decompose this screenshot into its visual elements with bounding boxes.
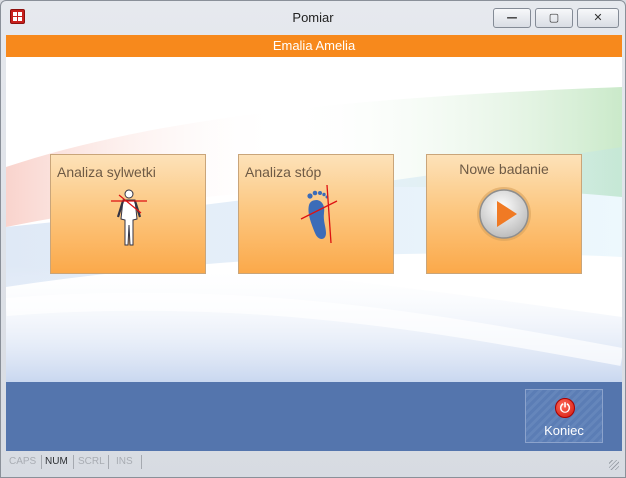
status-divider [108,455,109,469]
exit-button-label: Koniec [544,423,584,438]
status-divider [41,455,42,469]
foot-analysis-tile[interactable]: Analiza stóp [238,154,394,274]
scrl-indicator: SCRL [78,456,105,467]
maximize-button[interactable]: ▢ [535,8,573,28]
patient-name-banner: Emalia Amelia [6,35,622,57]
exit-button[interactable]: ⏻ Koniec [525,389,603,443]
body-analysis-tile[interactable]: Analiza sylwetki [50,154,206,274]
minimize-button[interactable]: — [493,8,531,28]
play-icon [477,187,531,241]
ins-indicator: INS [116,456,133,467]
status-divider [73,455,74,469]
tile-label: Nowe badanie [459,161,549,177]
footer-bar: ⏻ Koniec [6,382,622,451]
caps-indicator: CAPS [9,456,37,467]
title-bar[interactable]: Pomiar — ▢ ✕ [1,1,625,34]
window-controls: — ▢ ✕ [493,8,619,28]
status-divider [141,455,142,469]
main-window: Pomiar — ▢ ✕ Emalia Amelia Analiza sylwe… [0,0,626,478]
num-indicator: NUM [45,456,68,467]
content-area: Analiza sylwetki Analiza stóp Nowe badan… [6,57,622,382]
tile-label: Analiza sylwetki [57,164,156,180]
status-bar: CAPS NUM SCRL INS [6,451,622,473]
resize-grip[interactable] [609,460,619,470]
new-examination-tile[interactable]: Nowe badanie [426,154,582,274]
close-button[interactable]: ✕ [577,8,619,28]
tile-label: Analiza stóp [245,164,322,180]
power-icon: ⏻ [555,398,575,418]
body-silhouette-icon [111,189,147,246]
footprint-icon [300,184,338,243]
